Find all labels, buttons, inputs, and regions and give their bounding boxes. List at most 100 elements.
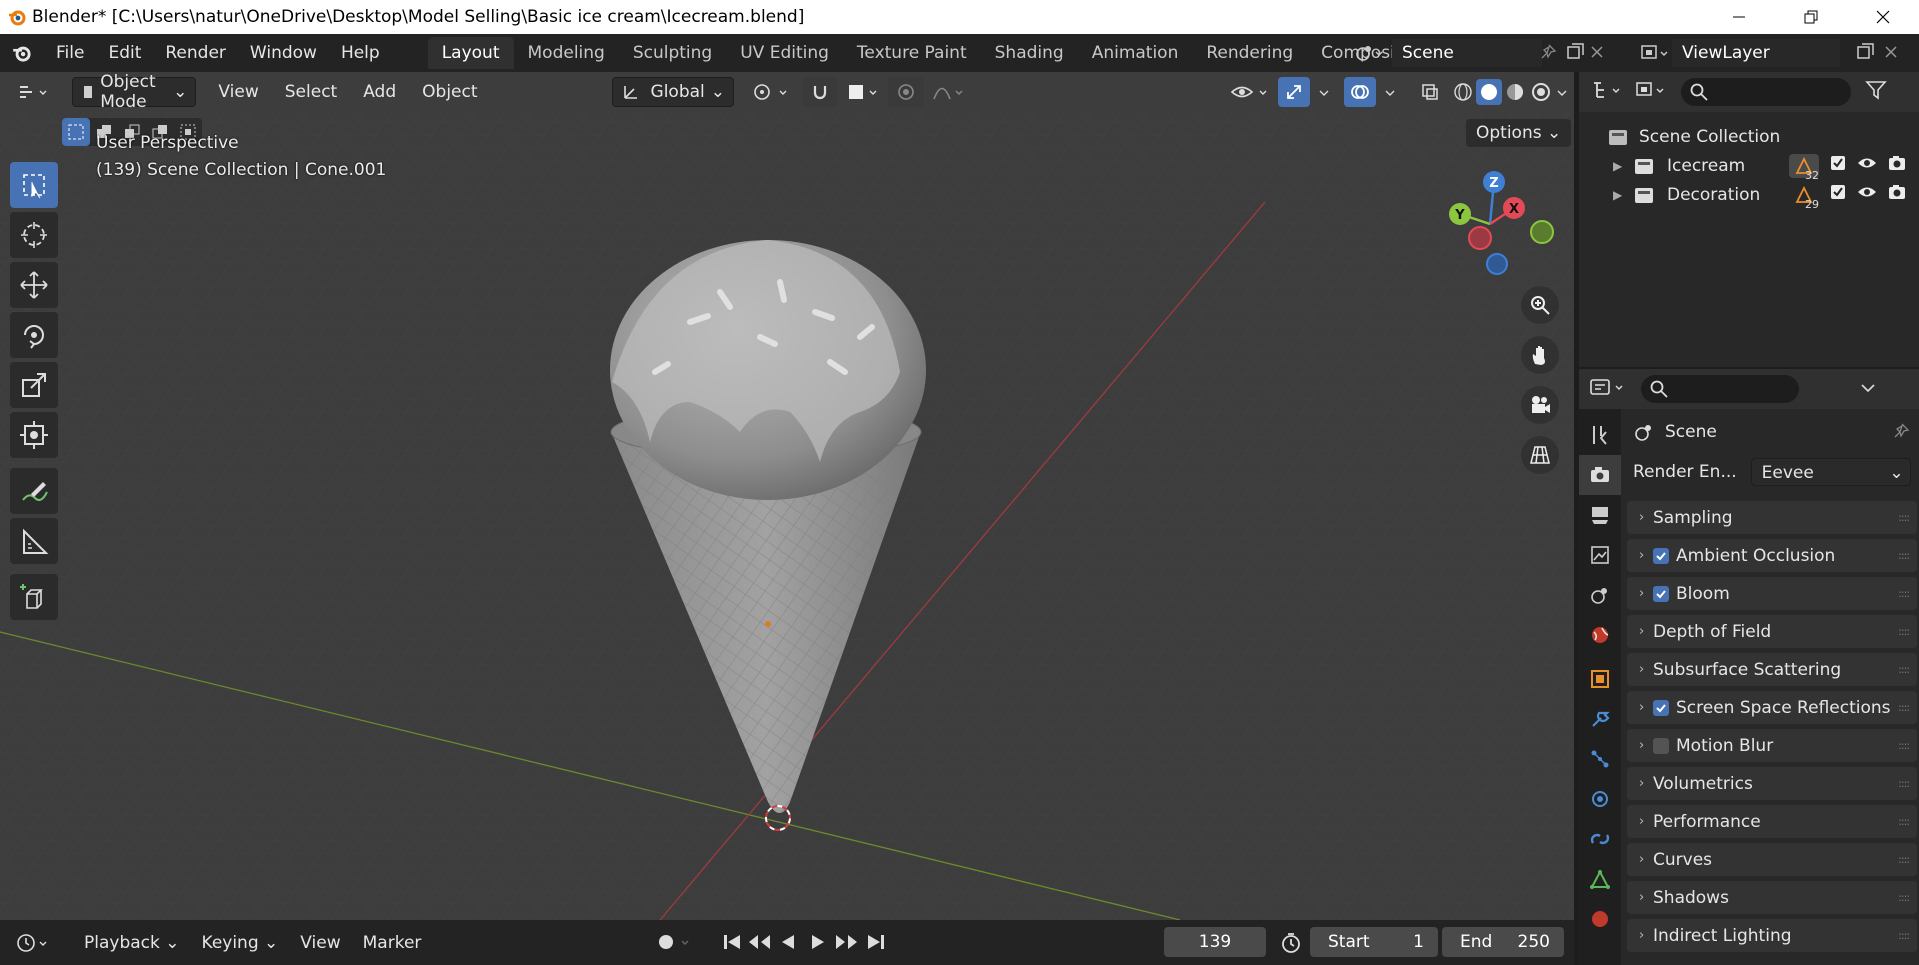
snap-icon[interactable] (802, 77, 838, 107)
particles-tab-icon[interactable] (1579, 739, 1621, 779)
zoom-icon[interactable] (1521, 286, 1559, 324)
exclude-checkbox[interactable] (1829, 183, 1847, 206)
drag-handle-icon[interactable]: :::: (1898, 929, 1910, 942)
drag-handle-icon[interactable]: :::: (1898, 815, 1910, 828)
add-cube-tool-icon[interactable] (10, 574, 58, 620)
pivot-point-icon[interactable] (744, 77, 800, 107)
delete-view-layer-icon[interactable] (1884, 44, 1898, 64)
view-layer-tab-icon[interactable] (1579, 535, 1621, 575)
scene-icon[interactable] (1354, 42, 1384, 69)
eye-icon[interactable] (1857, 154, 1877, 177)
drag-handle-icon[interactable]: :::: (1898, 777, 1910, 790)
close-window-button[interactable] (1847, 0, 1919, 34)
panel-header-curves[interactable]: › Curves:::: (1627, 843, 1917, 876)
material-shading-icon[interactable] (1502, 82, 1528, 102)
panel-enable-checkbox[interactable] (1653, 699, 1669, 716)
outliner-editor-type-icon[interactable] (1591, 79, 1625, 106)
viewport-menu-select[interactable]: Select (277, 77, 345, 107)
menu-file[interactable]: File (44, 34, 96, 72)
viewport-menu-view[interactable]: View (210, 77, 266, 107)
filter-icon[interactable] (1865, 79, 1889, 106)
constraints-tab-icon[interactable] (1579, 819, 1621, 859)
rotate-tool-icon[interactable] (10, 312, 58, 358)
collection-row-icecream[interactable]: ▶ Icecream 32 (1579, 151, 1919, 182)
panel-header-performance[interactable]: › Performance:::: (1627, 805, 1917, 838)
scene-selector[interactable]: Scene (1348, 38, 1606, 68)
move-tool-icon[interactable] (10, 262, 58, 308)
chevron-right-icon[interactable]: › (1639, 548, 1653, 563)
delete-scene-icon[interactable] (1590, 44, 1604, 64)
proportional-editing-icon[interactable] (888, 77, 924, 107)
chevron-right-icon[interactable]: › (1639, 662, 1653, 677)
new-view-layer-icon[interactable] (1856, 42, 1876, 67)
panel-header-motion-blur[interactable]: › Motion Blur:::: (1627, 729, 1917, 762)
chevron-right-icon[interactable]: › (1639, 586, 1653, 601)
end-frame-field[interactable]: End 250 (1442, 927, 1564, 957)
chevron-right-icon[interactable]: › (1639, 624, 1653, 639)
transform-orientation-dropdown[interactable]: Global ⌄ (611, 77, 734, 107)
properties-options-icon[interactable] (1859, 378, 1877, 401)
chevron-right-icon[interactable]: › (1639, 738, 1653, 753)
tab-shading[interactable]: Shading (981, 37, 1078, 69)
shading-dropdown-icon[interactable] (1554, 82, 1572, 102)
blender-menu-icon[interactable] (0, 42, 44, 64)
panel-enable-checkbox[interactable] (1653, 737, 1669, 754)
drag-handle-icon[interactable]: :::: (1898, 891, 1910, 904)
panel-header-ambient-occlusion[interactable]: › Ambient Occlusion:::: (1627, 539, 1917, 572)
viewport-menu-object[interactable]: Object (414, 77, 485, 107)
editor-type-icon[interactable] (8, 77, 58, 107)
select-new-icon[interactable] (62, 118, 90, 146)
new-scene-icon[interactable] (1566, 42, 1586, 67)
panel-header-shadows[interactable]: › Shadows:::: (1627, 881, 1917, 914)
tool-settings-tab-icon[interactable] (1579, 415, 1621, 455)
camera-view-icon[interactable] (1521, 386, 1559, 424)
expand-arrow-icon[interactable]: ▶ (1613, 159, 1633, 173)
panel-header-depth-of-field[interactable]: › Depth of Field:::: (1627, 615, 1917, 648)
timeline-menu-keying[interactable]: Keying ⌄ (194, 928, 287, 958)
drag-handle-icon[interactable]: :::: (1898, 511, 1910, 524)
pin-icon[interactable] (1893, 422, 1911, 445)
panel-enable-checkbox[interactable] (1653, 547, 1669, 564)
annotate-tool-icon[interactable] (10, 468, 58, 514)
timeline-menu-view[interactable]: View (292, 928, 348, 958)
object-tab-icon[interactable] (1579, 659, 1621, 699)
record-keyframe-icon[interactable] (654, 930, 694, 959)
drag-handle-icon[interactable]: :::: (1898, 739, 1910, 752)
select-box-tool-icon[interactable] (10, 162, 58, 208)
drag-handle-icon[interactable]: :::: (1898, 853, 1910, 866)
view-layer-icon[interactable] (1640, 42, 1670, 69)
chevron-right-icon[interactable]: › (1639, 510, 1653, 525)
overlays-dropdown-icon[interactable] (1376, 77, 1406, 107)
output-tab-icon[interactable] (1579, 495, 1621, 535)
menu-help[interactable]: Help (329, 34, 392, 72)
panel-header-screen-space-reflections[interactable]: › Screen Space Reflections:::: (1627, 691, 1917, 724)
overlays-toggle-icon[interactable] (1344, 77, 1376, 107)
camera-render-icon[interactable] (1887, 154, 1907, 177)
scene-name-field[interactable]: Scene (1392, 39, 1542, 67)
panel-header-subsurface-scattering[interactable]: › Subsurface Scattering:::: (1627, 653, 1917, 686)
render-tab-icon[interactable] (1579, 455, 1621, 495)
chevron-right-icon[interactable]: › (1639, 814, 1653, 829)
chevron-right-icon[interactable]: › (1639, 852, 1653, 867)
drag-handle-icon[interactable]: :::: (1898, 663, 1910, 676)
gizmo-toggle-icon[interactable] (1278, 77, 1310, 107)
tab-uv-editing[interactable]: UV Editing (726, 37, 843, 69)
rendered-shading-icon[interactable] (1528, 82, 1554, 102)
chevron-right-icon[interactable]: › (1639, 928, 1653, 943)
outliner-search-input[interactable] (1681, 78, 1851, 106)
timeline-editor-type-icon[interactable] (8, 928, 58, 958)
view-layer-selector[interactable]: ViewLayer (1634, 38, 1919, 68)
falloff-icon[interactable] (924, 77, 974, 107)
exclude-checkbox[interactable] (1829, 154, 1847, 177)
modifier-tab-icon[interactable] (1579, 699, 1621, 739)
expand-arrow-icon[interactable]: ▶ (1613, 188, 1633, 202)
jump-to-end-icon[interactable] (864, 930, 888, 959)
panel-enable-checkbox[interactable] (1653, 585, 1669, 602)
eye-icon[interactable] (1857, 183, 1877, 206)
navigation-gizmo[interactable]: Z Y X (1430, 164, 1560, 294)
stopwatch-icon[interactable] (1279, 931, 1303, 960)
cursor-tool-icon[interactable] (10, 212, 58, 258)
drag-handle-icon[interactable]: :::: (1898, 701, 1910, 714)
restore-button[interactable] (1775, 0, 1847, 34)
physics-tab-icon[interactable] (1579, 779, 1621, 819)
